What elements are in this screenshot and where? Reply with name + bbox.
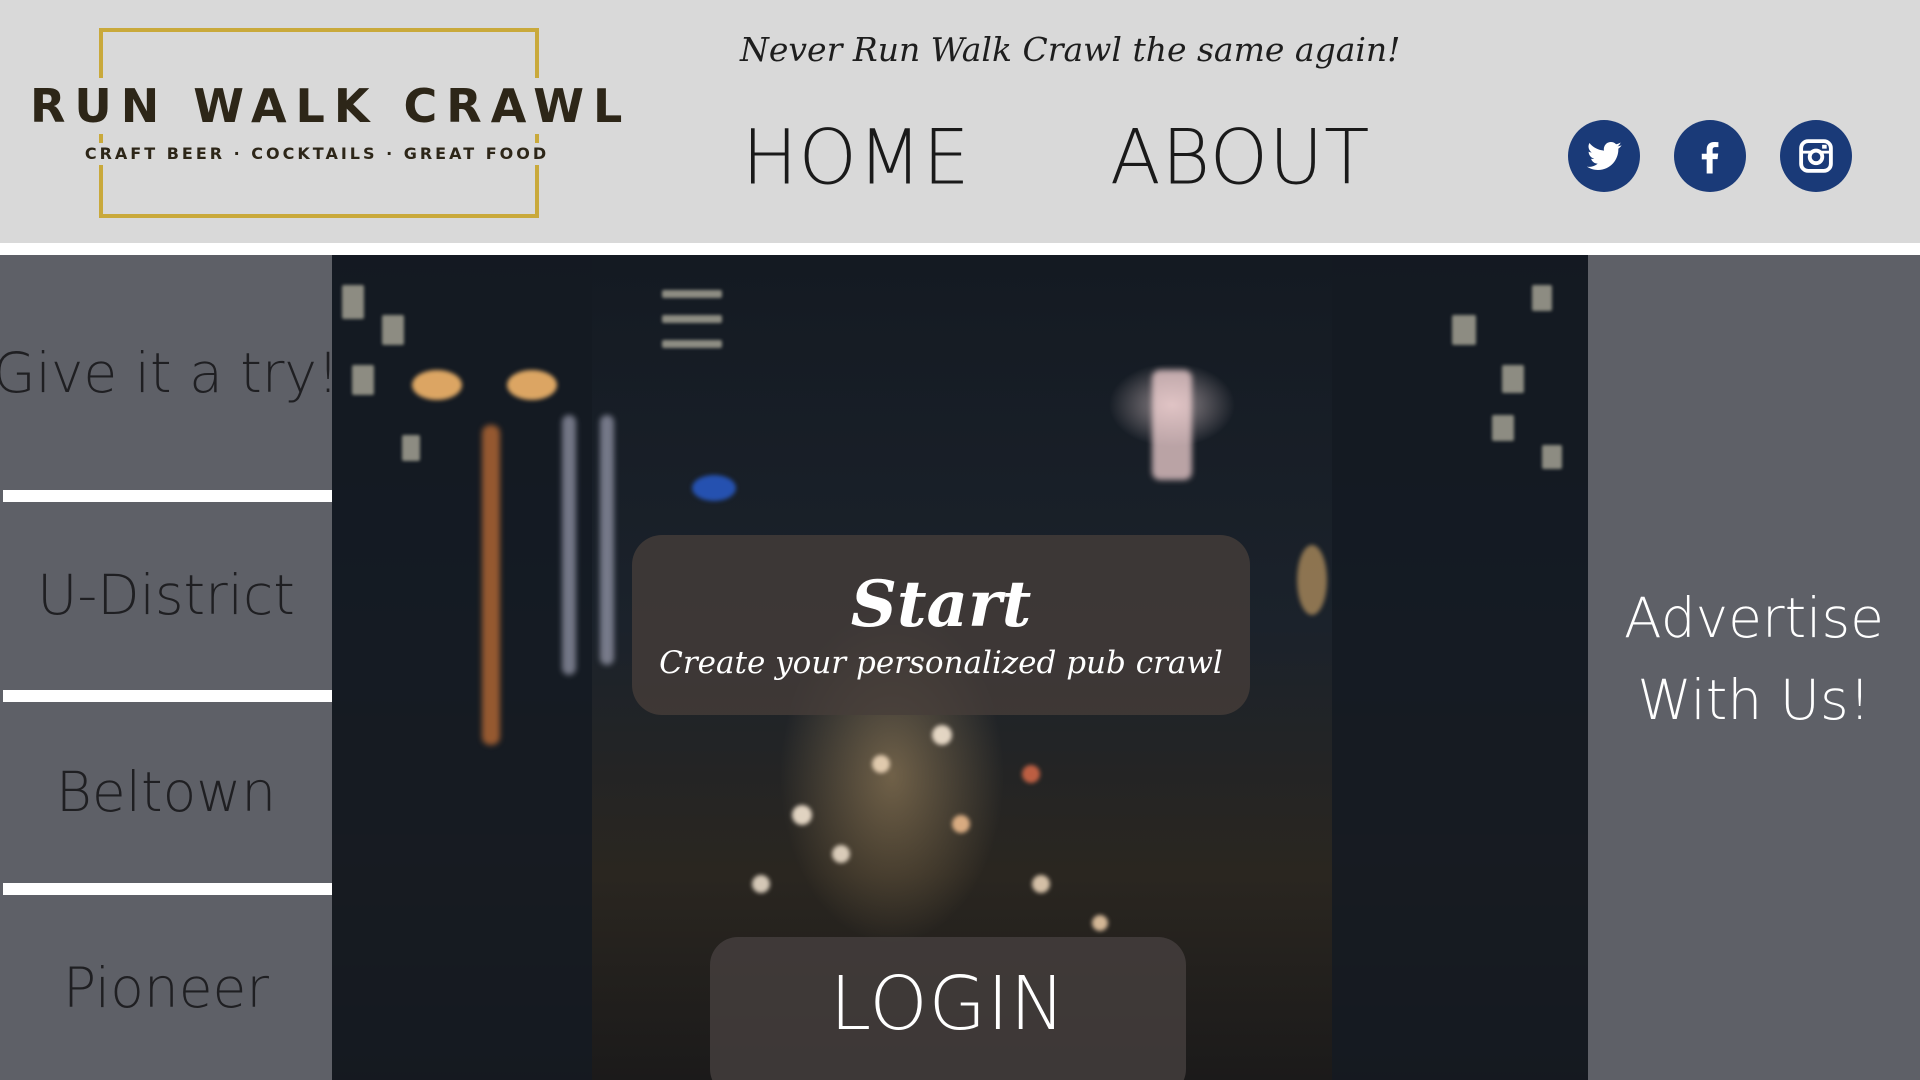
window-light [662,290,722,298]
advertise-line-2: With Us! [1637,668,1871,732]
nav-about-link[interactable]: ABOUT [1110,114,1370,202]
nav-home-link[interactable]: HOME [742,114,971,202]
window-light [662,315,722,323]
instagram-button[interactable] [1780,120,1852,192]
window-light [1452,315,1476,345]
twitter-icon [1586,142,1622,170]
site-header: RUN WALK CRAWL CRAFT BEER · COCKTAILS · … [0,0,1920,243]
sidebar-item-pioneer[interactable]: Pioneer [0,895,332,1080]
header-divider [0,243,1920,255]
bokeh-light [792,805,812,825]
bokeh-light [507,370,557,400]
window-light [1542,445,1562,469]
window-light [662,340,722,348]
bokeh-light [752,875,770,893]
window-light [382,315,404,345]
window-light [1532,285,1552,311]
bokeh-light [692,475,736,501]
hero-city-background: Start Create your personalized pub crawl… [332,255,1588,1080]
start-title: Start [850,567,1032,642]
advertise-panel: Advertise With Us! [1588,255,1920,1080]
bokeh-light [1032,875,1050,893]
start-crawl-button[interactable]: Start Create your personalized pub crawl [632,535,1250,715]
sign-glow [1152,370,1192,480]
bokeh-light [1297,545,1327,615]
bokeh-light [832,845,850,863]
login-label: LOGIN [829,961,1067,1047]
facebook-icon [1701,142,1719,174]
logo-subtitle: CRAFT BEER · COCKTAILS · GREAT FOOD [56,143,578,165]
bokeh-light [412,370,462,400]
bokeh-light [952,815,970,833]
street-lamp-glow [482,425,500,745]
sidebar-divider [3,883,332,895]
facebook-button[interactable] [1674,120,1746,192]
sidebar-item-beltown[interactable]: Beltown [0,702,332,882]
twitter-button[interactable] [1568,120,1640,192]
start-subtitle: Create your personalized pub crawl [659,645,1223,681]
sidebar-divider [3,690,332,702]
login-button[interactable]: LOGIN [710,937,1186,1080]
neighborhood-sidebar: Give it a try! U-District Beltown Pionee… [0,255,339,1080]
window-light [342,285,364,319]
bokeh-light [932,725,952,745]
sidebar-item-u-district[interactable]: U-District [0,502,332,688]
window-light [402,435,420,461]
window-light [1492,415,1514,441]
bokeh-light [1022,765,1040,783]
neon-streak [600,415,614,665]
logo-title[interactable]: RUN WALK CRAWL [30,78,622,134]
window-light [352,365,374,395]
window-light [1502,365,1524,393]
neon-streak [562,415,576,675]
sidebar-divider [3,490,332,502]
instagram-icon [1799,139,1833,173]
advertise-line-1: Advertise [1624,586,1884,650]
sidebar-item-give-it-a-try[interactable]: Give it a try! [0,255,339,490]
advertise-link[interactable]: Advertise With Us! [1588,577,1920,741]
tagline: Never Run Walk Crawl the same again! [740,30,1401,69]
building-silhouette [1332,255,1588,1080]
bokeh-light [872,755,890,773]
bokeh-light [1092,915,1108,931]
